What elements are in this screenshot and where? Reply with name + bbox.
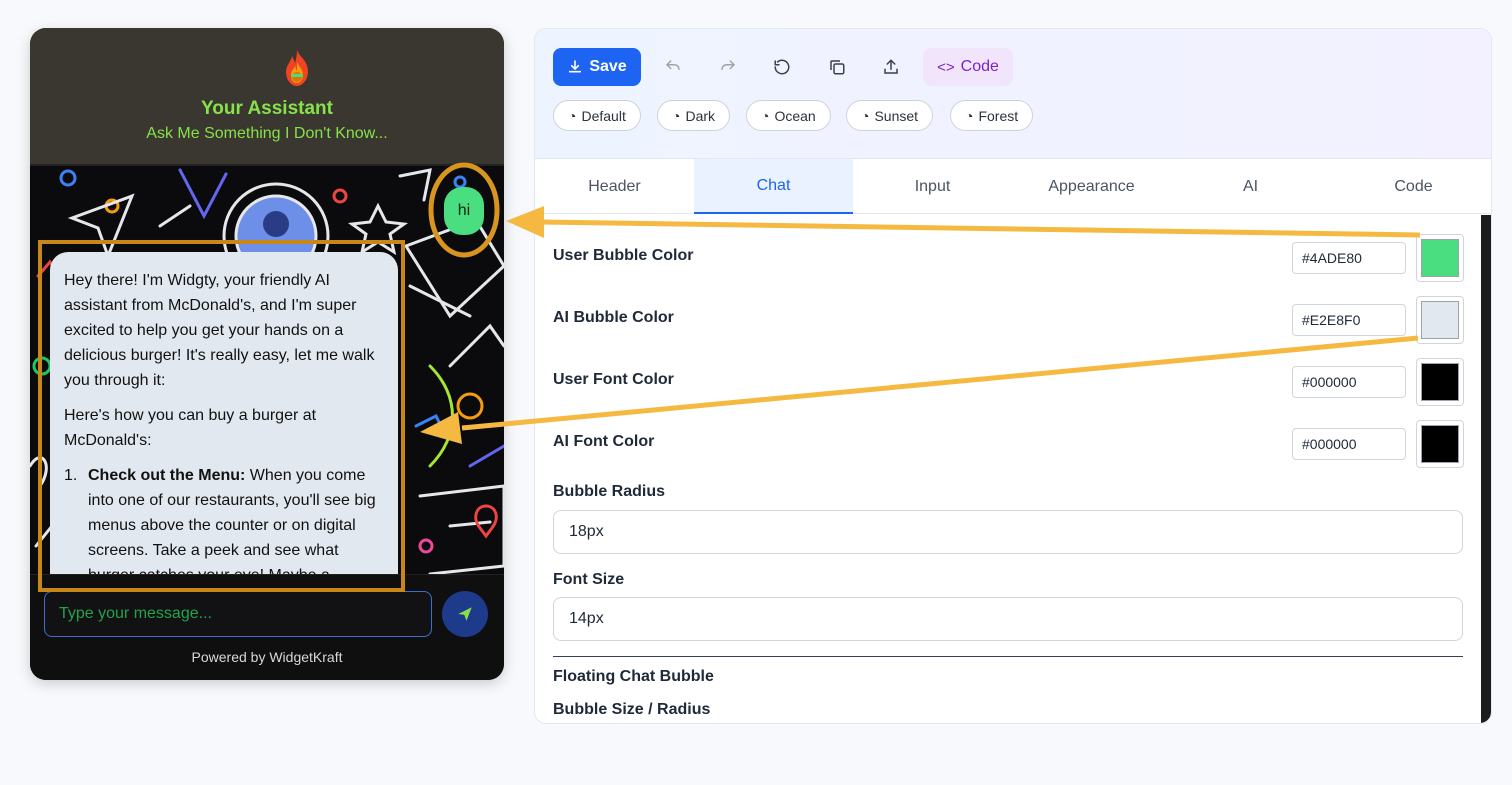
floating-chat-bubble-heading: Floating Chat Bubble <box>553 668 714 685</box>
reset-button[interactable] <box>763 48 801 86</box>
theme-label: Ocean <box>774 107 816 124</box>
section-divider <box>553 656 1463 657</box>
undo-button[interactable] <box>654 48 692 86</box>
copy-icon <box>830 60 845 75</box>
widget-editor-panel: Save <> Code ◔ Default ◔ Dark ◔ Ocean ◔ … <box>534 28 1492 724</box>
ai-message-list-item: 1. Check out the Menu: When you come int… <box>64 463 384 574</box>
message-input[interactable] <box>44 591 432 637</box>
ai-bubble-color-hex-input[interactable] <box>1292 304 1406 336</box>
palette-icon: ◔ <box>861 107 870 124</box>
theme-label: Dark <box>685 107 716 124</box>
ai-font-color-picker[interactable] <box>1416 420 1464 468</box>
theme-label: Sunset <box>874 107 919 124</box>
palette-icon: ◔ <box>672 107 681 124</box>
widget-footer: Powered by WidgetKraft <box>30 574 504 680</box>
chat-widget-preview: Your Assistant Ask Me Something I Don't … <box>30 28 504 680</box>
tab-chat[interactable]: Chat <box>694 159 853 214</box>
tab-input[interactable]: Input <box>853 159 1012 214</box>
color-swatch <box>1421 239 1459 277</box>
chat-messages-area[interactable]: hi Hey there! I'm Widgty, your friendly … <box>30 166 504 574</box>
color-swatch <box>1421 425 1459 463</box>
send-icon <box>458 607 472 621</box>
ai-font-color-label: AI Font Color <box>553 433 655 450</box>
user-font-color-picker[interactable] <box>1416 358 1464 406</box>
theme-default-button[interactable]: ◔ Default <box>553 100 641 131</box>
settings-tabs: Header Chat Input Appearance AI Code <box>535 159 1491 214</box>
color-swatch <box>1421 363 1459 401</box>
user-bubble-color-hex-input[interactable] <box>1292 242 1406 274</box>
redo-icon <box>721 60 736 70</box>
tab-ai[interactable]: AI <box>1171 159 1330 214</box>
widget-subtitle: Ask Me Something I Don't Know... <box>146 125 388 142</box>
undo-icon <box>665 60 680 70</box>
tab-appearance[interactable]: Appearance <box>1012 159 1171 214</box>
theme-label: Forest <box>978 107 1019 124</box>
tab-header[interactable]: Header <box>535 159 694 214</box>
ai-font-color-hex-input[interactable] <box>1292 428 1406 460</box>
theme-sunset-button[interactable]: ◔ Sunset <box>846 100 934 131</box>
theme-label: Default <box>581 107 626 124</box>
tab-code[interactable]: Code <box>1334 159 1491 214</box>
palette-icon: ◔ <box>761 107 770 124</box>
download-icon <box>569 60 582 73</box>
palette-icon: ◔ <box>965 107 974 124</box>
user-bubble-color-label: User Bubble Color <box>553 247 694 264</box>
widget-header: Your Assistant Ask Me Something I Don't … <box>30 28 504 166</box>
ai-message-paragraph: Here's how you can buy a burger at McDon… <box>64 407 317 449</box>
ai-message-paragraph: Hey there! I'm Widgty, your friendly AI … <box>64 272 375 389</box>
ai-bubble-color-picker[interactable] <box>1416 296 1464 344</box>
redo-button[interactable] <box>709 48 747 86</box>
code-label: Code <box>960 58 999 75</box>
theme-dark-button[interactable]: ◔ Dark <box>657 100 731 131</box>
toolbar: Save <> Code ◔ Default ◔ Dark ◔ Ocean ◔ … <box>535 29 1491 159</box>
user-font-color-label: User Font Color <box>553 371 674 388</box>
export-icon <box>884 59 898 74</box>
font-size-label: Font Size <box>553 571 625 588</box>
list-number: 1. <box>64 467 78 484</box>
send-button[interactable] <box>442 591 488 637</box>
save-label: Save <box>589 58 627 75</box>
code-button[interactable]: <> Code <box>923 48 1013 86</box>
color-swatch <box>1421 301 1459 339</box>
code-brackets-icon: <> <box>937 58 955 76</box>
powered-by-label: Powered by WidgetKraft <box>191 649 343 665</box>
user-bubble-color-picker[interactable] <box>1416 234 1464 282</box>
chat-settings-form: User Bubble Color AI Bubble Color User F… <box>535 215 1481 723</box>
palette-icon: ◔ <box>568 107 577 124</box>
bubble-radius-label: Bubble Radius <box>553 483 666 500</box>
theme-forest-button[interactable]: ◔ Forest <box>950 100 1034 131</box>
font-size-input[interactable] <box>553 597 1463 641</box>
ai-bubble-color-label: AI Bubble Color <box>553 309 674 326</box>
reset-icon <box>774 59 790 75</box>
user-message-bubble: hi <box>444 187 484 235</box>
list-item-bold: Check out the Menu: <box>88 467 246 484</box>
copy-button[interactable] <box>818 48 856 86</box>
export-button[interactable] <box>872 48 910 86</box>
ai-message-bubble: Hey there! I'm Widgty, your friendly AI … <box>50 252 398 574</box>
save-button[interactable]: Save <box>553 48 641 86</box>
bubble-radius-input[interactable] <box>553 510 1463 554</box>
theme-ocean-button[interactable]: ◔ Ocean <box>746 100 831 131</box>
flame-logo-icon <box>286 50 308 86</box>
widget-title: Your Assistant <box>201 98 333 119</box>
form-scrollbar[interactable] <box>1481 215 1491 723</box>
user-font-color-hex-input[interactable] <box>1292 366 1406 398</box>
bubble-size-radius-label: Bubble Size / Radius <box>553 701 711 718</box>
